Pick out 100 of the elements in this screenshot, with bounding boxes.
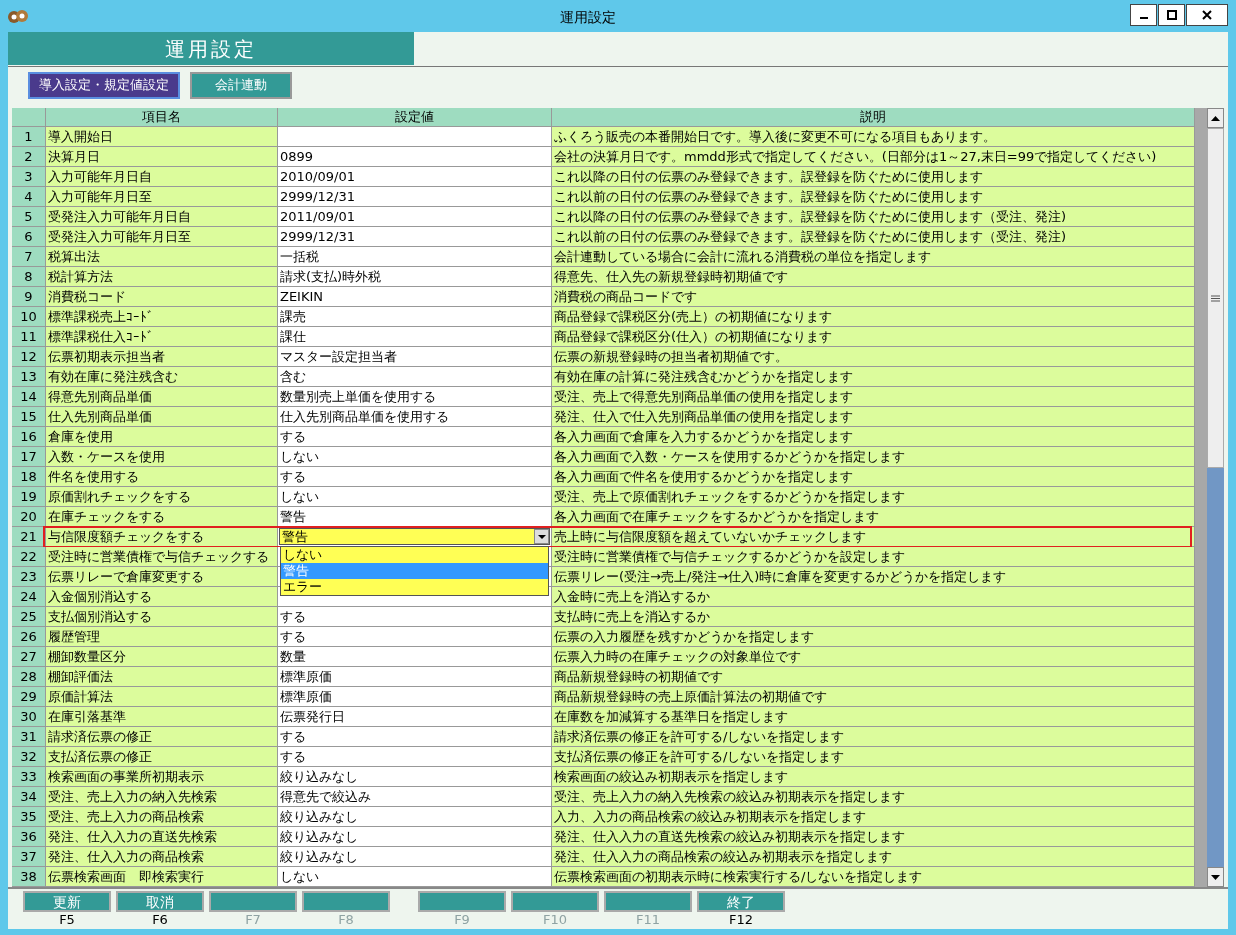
table-cell: 入力可能年月日自 — [46, 167, 278, 187]
table-cell-text: 数量別売上単価を使用する — [279, 388, 437, 406]
column-header: 設定値 — [278, 108, 552, 127]
tab[interactable]: 導入設定・規定値設定 — [28, 71, 180, 99]
table-cell: 商品新規登録時の売上原価計算法の初期値です — [552, 687, 1195, 707]
table-cell-text: 数量 — [279, 648, 307, 666]
table-cell: 標準課税仕入ｺｰﾄﾞ — [46, 327, 278, 347]
table-cell-text: 一括税 — [279, 248, 320, 266]
function-key-button[interactable] — [511, 891, 599, 912]
function-key-button[interactable] — [604, 891, 692, 912]
key-label: F9 — [454, 912, 470, 927]
close-button[interactable] — [1186, 4, 1228, 26]
table-cell: 在庫引落基準 — [46, 707, 278, 727]
dropdown-button[interactable] — [534, 529, 549, 544]
scrollbar[interactable] — [1207, 108, 1224, 887]
table-cell: 入金時に売上を消込するか — [552, 587, 1195, 607]
table-cell: 支払済伝票の修正を許可する/しないを指定します — [552, 747, 1195, 767]
row-number: 20 — [12, 507, 46, 527]
table-cell: 履歴管理 — [46, 627, 278, 647]
table-cell-text: 含む — [279, 368, 307, 386]
table-cell: 消費税の商品コードです — [552, 287, 1195, 307]
row-number: 15 — [12, 407, 46, 427]
table-cell: 在庫チェックをする — [46, 507, 278, 527]
table-cell: 受発注入力可能年月日自 — [46, 207, 278, 227]
table-cell: 検索画面の絞込み初期表示を指定します — [552, 767, 1195, 787]
table-cell-text: する — [279, 748, 307, 766]
function-key-button[interactable]: 取消 — [116, 891, 204, 912]
table-cell: 請求済伝票の修正を許可する/しないを指定します — [552, 727, 1195, 747]
app-icon — [8, 7, 28, 25]
minimize-button[interactable] — [1130, 4, 1157, 26]
row-number: 38 — [12, 867, 46, 887]
function-key-button[interactable] — [302, 891, 390, 912]
table-cell-text: 課仕 — [279, 328, 307, 346]
row-number: 8 — [12, 267, 46, 287]
key-label: F8 — [338, 912, 354, 927]
table-cell: 支払時に売上を消込するか — [552, 607, 1195, 627]
table-cell: これ以降の日付の伝票のみ登録できます。誤登録を防ぐために使用します（受注、発注) — [552, 207, 1195, 227]
table-cell-text: 0899 — [279, 148, 315, 166]
table-cell: 受注、売上入力の納入先検索 — [46, 787, 278, 807]
dropdown-option[interactable]: 警告 — [281, 563, 548, 579]
table-cell: 商品新規登録時の初期値です — [552, 667, 1195, 687]
table-cell: 各入力画面で入数・ケースを使用するかどうかを指定します — [552, 447, 1195, 467]
function-key-button[interactable]: 更新 — [23, 891, 111, 912]
table-cell: 消費税コード — [46, 287, 278, 307]
table-cell: 標準課税売上ｺｰﾄﾞ — [46, 307, 278, 327]
table-cell: 税算出法 — [46, 247, 278, 267]
row-number: 19 — [12, 487, 46, 507]
row-number: 34 — [12, 787, 46, 807]
table-cell: 会社の決算月日です。mmdd形式で指定してください。(日部分は1～27,末日=99で指定してください) — [552, 147, 1195, 167]
table-cell-text: 絞り込みなし — [279, 768, 359, 786]
table-cell-text: しない — [279, 488, 320, 506]
table-cell-text: 課売 — [279, 308, 307, 326]
table-cell: 棚卸評価法 — [46, 667, 278, 687]
table-cell-text: 警告 — [279, 508, 307, 526]
row-number: 26 — [12, 627, 46, 647]
table-cell-text: 絞り込みなし — [279, 828, 359, 846]
header-corner — [12, 108, 46, 127]
table-cell-text: する — [279, 728, 307, 746]
function-key-button[interactable] — [418, 891, 506, 912]
window-title: 運用設定 — [560, 8, 616, 27]
table-cell: これ以降の日付の伝票のみ登録できます。誤登録を防ぐために使用します — [552, 167, 1195, 187]
row-number: 13 — [12, 367, 46, 387]
key-label: F5 — [59, 912, 75, 927]
row-number: 36 — [12, 827, 46, 847]
table-cell: 伝票初期表示担当者 — [46, 347, 278, 367]
scroll-down-icon — [1211, 874, 1220, 880]
table-cell: 在庫数を加減算する基準日を指定します — [552, 707, 1195, 727]
caret-icon — [537, 534, 546, 539]
tab[interactable]: 会計連動 — [190, 71, 292, 99]
maximize-button[interactable] — [1158, 4, 1185, 26]
table-cell: 伝票入力時の在庫チェックの対象単位です — [552, 647, 1195, 667]
function-key-button[interactable]: 終了 — [697, 891, 785, 912]
dropdown-field[interactable]: 警告 — [279, 528, 550, 545]
function-key-button[interactable] — [209, 891, 297, 912]
table-cell: 入力可能年月日至 — [46, 187, 278, 207]
row-number: 23 — [12, 567, 46, 587]
table-cell: 検索画面の事業所初期表示 — [46, 767, 278, 787]
table-cell: 商品登録で課税区分(売上）の初期値になります — [552, 307, 1195, 327]
table-cell: 入金個別消込する — [46, 587, 278, 607]
table-cell: 原価割れチェックをする — [46, 487, 278, 507]
minimize-icon — [1139, 17, 1148, 19]
table-cell-text: 絞り込みなし — [279, 808, 359, 826]
table-cell: 会計連動している場合に会計に流れる消費税の単位を指定します — [552, 247, 1195, 267]
row-number: 3 — [12, 167, 46, 187]
row-number: 32 — [12, 747, 46, 767]
close-icon — [1202, 10, 1212, 20]
table-cell: 伝票リレーで倉庫変更する — [46, 567, 278, 587]
row-number: 37 — [12, 847, 46, 867]
row-number: 2 — [12, 147, 46, 167]
table-cell-text: 標準原価 — [279, 668, 333, 686]
table-cell-text: ZEIKIN — [279, 288, 325, 306]
row-number: 7 — [12, 247, 46, 267]
key-label: F10 — [543, 912, 567, 927]
table-cell: 請求済伝票の修正 — [46, 727, 278, 747]
row-number: 21 — [12, 527, 46, 547]
table-cell: 伝票の入力履歴を残すかどうかを指定します — [552, 627, 1195, 647]
key-label: F12 — [729, 912, 753, 927]
table-cell: 伝票検索画面の初期表示時に検索実行する/しないを指定します — [552, 867, 1195, 887]
table-cell: 仕入先別商品単価 — [46, 407, 278, 427]
table-cell-text: 請求(支払)時外税 — [279, 268, 383, 286]
